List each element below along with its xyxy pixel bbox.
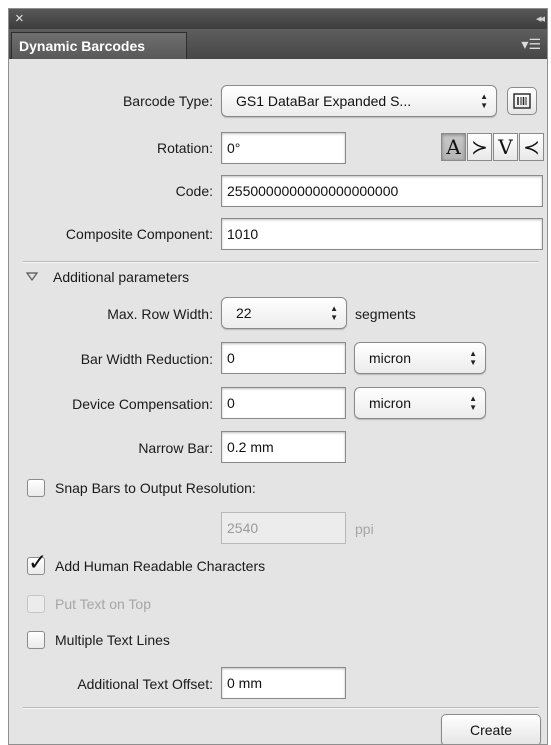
- device-compensation-input[interactable]: 0: [221, 387, 346, 419]
- composite-component-label: Composite Component:: [65, 226, 213, 242]
- checkmark-icon: ✓: [28, 549, 48, 575]
- dynamic-barcodes-panel: × ◂◂ Dynamic Barcodes ▾☰ Barcode Type: G…: [8, 8, 548, 745]
- select-arrows-icon: ▲ ▼: [469, 394, 477, 412]
- panel-titlebar: × ◂◂: [9, 9, 547, 29]
- bar-width-reduction-unit: micron: [369, 350, 412, 366]
- barcode-type-value: GS1 DataBar Expanded S...: [236, 93, 412, 109]
- rotate-270-icon[interactable]: ≺: [519, 133, 544, 161]
- barcode-settings-icon[interactable]: [507, 87, 537, 115]
- snap-bars-label: Snap Bars to Output Resolution:: [55, 480, 256, 496]
- snap-bars-checkbox[interactable]: [27, 479, 45, 497]
- rotation-input[interactable]: 0°: [221, 132, 346, 164]
- barcode-type-label: Barcode Type:: [122, 93, 213, 109]
- max-row-width-value: 22: [236, 305, 252, 321]
- rotate-90-icon[interactable]: ≻: [467, 133, 492, 161]
- panel-menu-icon[interactable]: ▾☰: [521, 35, 541, 53]
- rotate-0-icon[interactable]: A: [441, 133, 466, 161]
- multiple-text-lines-label: Multiple Text Lines: [55, 632, 170, 648]
- panel-content: Barcode Type: GS1 DataBar Expanded S... …: [9, 59, 547, 744]
- device-compensation-unit-select[interactable]: micron ▲ ▼: [354, 387, 486, 419]
- select-arrows-icon: ▲ ▼: [469, 349, 477, 367]
- bar-width-reduction-label: Bar Width Reduction:: [80, 351, 213, 367]
- narrow-bar-input[interactable]: 0.2 mm: [221, 431, 346, 463]
- bar-width-reduction-input[interactable]: 0: [221, 342, 346, 374]
- text-on-top-label: Put Text on Top: [55, 596, 151, 612]
- barcode-type-select[interactable]: GS1 DataBar Expanded S... ▲ ▼: [221, 85, 497, 117]
- narrow-bar-label: Narrow Bar:: [138, 440, 213, 456]
- text-offset-input[interactable]: 0 mm: [221, 667, 346, 699]
- device-compensation-unit: micron: [369, 395, 412, 411]
- text-on-top-checkbox[interactable]: [27, 595, 45, 613]
- resolution-unit: ppi: [355, 521, 374, 537]
- collapse-icon[interactable]: ◂◂: [536, 9, 545, 29]
- additional-parameters-label: Additional parameters: [53, 269, 190, 285]
- tab-dynamic-barcodes[interactable]: Dynamic Barcodes: [11, 32, 187, 59]
- disclosure-triangle-icon: [25, 272, 39, 282]
- text-offset-label: Additional Text Offset:: [77, 676, 213, 692]
- human-readable-label: Add Human Readable Characters: [55, 558, 266, 574]
- code-input[interactable]: 2550000000000000000000: [221, 175, 543, 207]
- multiple-text-lines-checkbox[interactable]: [27, 631, 45, 649]
- select-arrows-icon: ▲ ▼: [330, 304, 338, 322]
- device-compensation-label: Device Compensation:: [72, 396, 213, 412]
- rotation-label: Rotation:: [156, 140, 213, 156]
- divider: [23, 261, 539, 263]
- code-label: Code:: [175, 183, 213, 199]
- panel-tabstrip: Dynamic Barcodes ▾☰: [9, 29, 547, 59]
- create-button[interactable]: Create: [441, 714, 541, 744]
- rotation-buttons: A ≻ V ≺: [441, 133, 545, 161]
- bar-width-reduction-unit-select[interactable]: micron ▲ ▼: [354, 342, 486, 374]
- close-icon[interactable]: ×: [15, 9, 24, 29]
- select-arrows-icon: ▲ ▼: [480, 92, 488, 110]
- max-row-width-unit: segments: [355, 306, 416, 322]
- rotate-180-icon[interactable]: V: [493, 133, 518, 161]
- max-row-width-label: Max. Row Width:: [107, 306, 213, 322]
- resolution-input[interactable]: 2540: [221, 512, 346, 544]
- human-readable-checkbox[interactable]: ✓: [27, 549, 47, 575]
- barcode-settings-svg: [513, 93, 531, 109]
- max-row-width-select[interactable]: 22 ▲ ▼: [221, 297, 347, 329]
- composite-component-input[interactable]: 1010: [221, 218, 543, 250]
- divider: [23, 707, 539, 709]
